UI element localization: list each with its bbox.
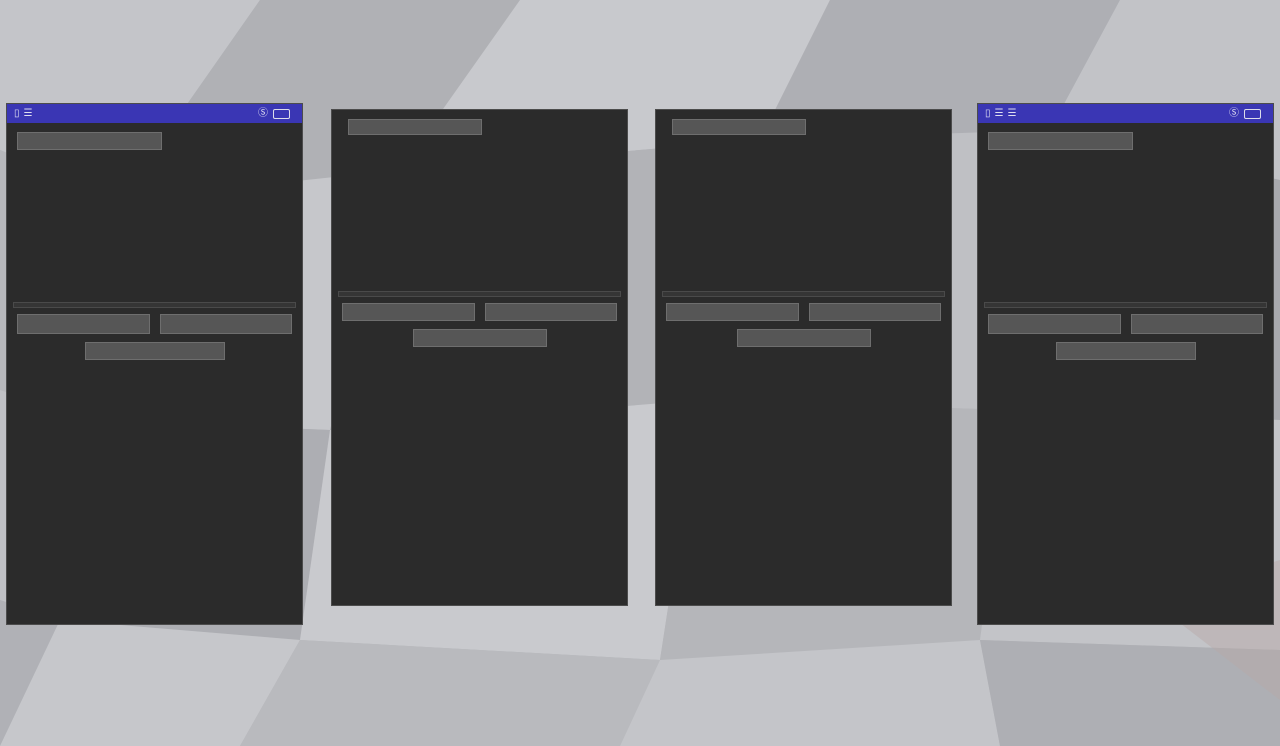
start-test-button[interactable] bbox=[17, 132, 162, 150]
performance-chart-section bbox=[978, 157, 1273, 295]
performance-over-time-chart bbox=[13, 157, 296, 295]
help-button-row bbox=[332, 321, 627, 357]
phone-screenshot-beast-no-cooler bbox=[655, 109, 952, 606]
action-button-row bbox=[332, 297, 627, 321]
test-java-c-button[interactable] bbox=[988, 314, 1121, 334]
signal-icon: ☰ bbox=[1007, 107, 1017, 119]
performance-over-time-chart bbox=[984, 157, 1267, 295]
wifi-icon: ☰ bbox=[23, 107, 33, 119]
status-bar: ▯ ☰ ☰ Ⓢ bbox=[978, 104, 1273, 123]
status-bar: ▯ ☰ Ⓢ bbox=[7, 104, 302, 123]
options-button[interactable] bbox=[808, 303, 941, 321]
top-bar bbox=[7, 123, 302, 156]
options-button[interactable] bbox=[484, 303, 617, 321]
start-test-button[interactable] bbox=[672, 119, 806, 135]
start-test-button[interactable] bbox=[988, 132, 1133, 150]
performance-over-time-chart bbox=[338, 142, 621, 284]
help-instructions-button[interactable] bbox=[1055, 342, 1196, 360]
top-bar bbox=[332, 110, 627, 141]
test-java-c-button[interactable] bbox=[666, 303, 799, 321]
battery-indicator bbox=[273, 108, 290, 119]
do-not-disturb-icon: Ⓢ bbox=[258, 107, 268, 119]
sim-card-icon: ▯ bbox=[14, 107, 20, 119]
action-button-row bbox=[7, 308, 302, 334]
start-test-button[interactable] bbox=[348, 119, 482, 135]
help-button-row bbox=[978, 334, 1273, 370]
panels-container: ▯ ☰ Ⓢ ▯ ☰ ☰ Ⓢ bbox=[0, 103, 1280, 627]
test-java-c-button[interactable] bbox=[342, 303, 475, 321]
phone-screenshot-balance-no-cooler: ▯ ☰ Ⓢ bbox=[6, 103, 303, 625]
help-instructions-button[interactable] bbox=[84, 342, 225, 360]
battery-indicator bbox=[1244, 108, 1261, 119]
top-bar bbox=[656, 110, 951, 141]
do-not-disturb-icon: Ⓢ bbox=[1229, 107, 1239, 119]
action-button-row bbox=[978, 308, 1273, 334]
options-button[interactable] bbox=[1130, 314, 1263, 334]
test-java-c-button[interactable] bbox=[17, 314, 150, 334]
sim-card-icon: ▯ bbox=[985, 107, 991, 119]
phone-screenshot-balance-with-cooler bbox=[331, 109, 628, 606]
performance-chart-section bbox=[7, 157, 302, 295]
captions-row bbox=[0, 650, 1280, 746]
options-button[interactable] bbox=[159, 314, 292, 334]
top-bar bbox=[978, 123, 1273, 156]
performance-chart-section bbox=[332, 142, 627, 284]
help-instructions-button[interactable] bbox=[412, 329, 547, 347]
help-instructions-button[interactable] bbox=[736, 329, 871, 347]
phone-screenshot-beast-with-cooler: ▯ ☰ ☰ Ⓢ bbox=[977, 103, 1274, 625]
wifi-icon: ☰ bbox=[994, 107, 1004, 119]
performance-over-time-chart bbox=[662, 142, 945, 284]
performance-chart-section bbox=[656, 142, 951, 284]
action-button-row bbox=[656, 297, 951, 321]
help-button-row bbox=[656, 321, 951, 357]
help-button-row bbox=[7, 334, 302, 370]
